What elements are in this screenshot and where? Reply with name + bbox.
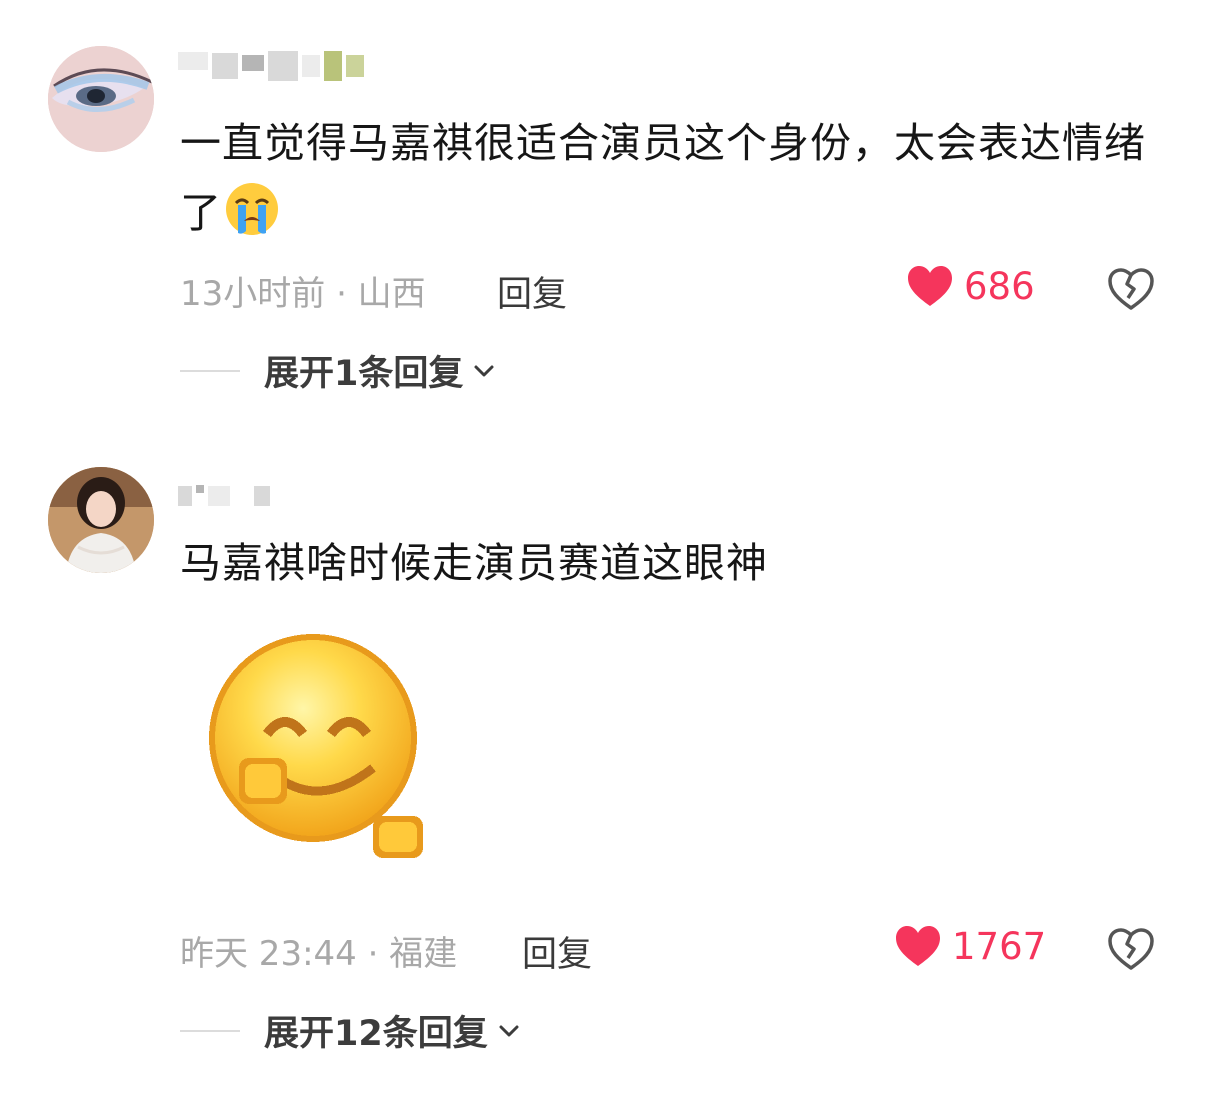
expand-replies-button[interactable]: 展开1条回复 bbox=[180, 345, 497, 396]
username-blurred[interactable] bbox=[178, 46, 364, 86]
like-count: 686 bbox=[964, 264, 1035, 308]
comment-text: 马嘉祺啥时候走演员赛道这眼神 bbox=[180, 539, 768, 587]
reply-button[interactable]: 回复 bbox=[497, 266, 567, 317]
time-location: 昨天 23:44 · 福建 bbox=[180, 934, 458, 974]
broken-heart-icon[interactable] bbox=[1106, 924, 1156, 974]
comment-item: 一直觉得马嘉祺很适合演员这个身份，太会表达情绪了 13小时前 · 山西 回复 6… bbox=[0, 0, 1206, 420]
avatar[interactable] bbox=[48, 46, 154, 152]
crying-face-icon bbox=[226, 183, 278, 235]
expand-replies-label: 展开1条回复 bbox=[264, 354, 464, 394]
like-count: 1767 bbox=[952, 924, 1047, 968]
pixel-smiley-sticker bbox=[209, 634, 423, 858]
broken-heart-icon[interactable] bbox=[1106, 264, 1156, 314]
like-button[interactable]: 1767 bbox=[894, 924, 1046, 968]
time-location: 13小时前 · 山西 bbox=[180, 274, 426, 314]
comment-text: 一直觉得马嘉祺很适合演员这个身份，太会表达情绪了 bbox=[180, 108, 1170, 248]
divider-line bbox=[180, 1029, 240, 1032]
username-blurred[interactable] bbox=[178, 476, 270, 516]
chevron-down-icon bbox=[499, 1025, 519, 1036]
expand-replies-button[interactable]: 展开12条回复 bbox=[180, 1005, 522, 1056]
divider-line bbox=[180, 369, 240, 372]
avatar[interactable] bbox=[48, 467, 154, 573]
heart-icon bbox=[896, 926, 940, 966]
comment-list: 一直觉得马嘉祺很适合演员这个身份，太会表达情绪了 13小时前 · 山西 回复 6… bbox=[0, 0, 1206, 1103]
heart-icon bbox=[908, 266, 952, 306]
chevron-down-icon bbox=[474, 365, 494, 376]
comment-item: 马嘉祺啥时候走演员赛道这眼神 昨天 23:44 · 福建 回复 1767 展开1… bbox=[0, 420, 1206, 1103]
expand-replies-label: 展开12条回复 bbox=[264, 1014, 488, 1054]
comment-text-content: 一直觉得马嘉祺很适合演员这个身份，太会表达情绪了 bbox=[180, 119, 1146, 237]
like-button[interactable]: 686 bbox=[906, 264, 1035, 308]
reply-button[interactable]: 回复 bbox=[522, 926, 592, 977]
